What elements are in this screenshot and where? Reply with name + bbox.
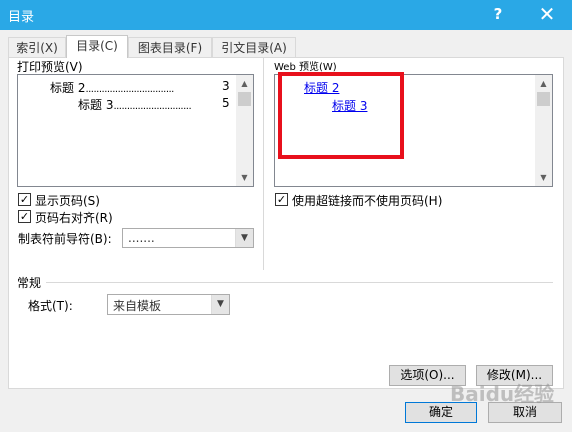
chevron-down-icon[interactable]: ▼ bbox=[235, 229, 253, 247]
scroll-up-icon[interactable]: ▲ bbox=[236, 75, 253, 92]
tab-authorities[interactable]: 引文目录(A) bbox=[212, 37, 296, 57]
tab-toc[interactable]: 目录(C) bbox=[66, 35, 128, 58]
right-align-checkbox[interactable]: ✓ bbox=[18, 210, 31, 223]
print-preview-label: 打印预览(V) bbox=[17, 60, 83, 74]
format-dropdown[interactable]: 来自模板 ▼ bbox=[107, 294, 230, 315]
scroll-thumb[interactable] bbox=[537, 92, 550, 106]
right-align-label: 页码右对齐(R) bbox=[35, 211, 113, 225]
format-label: 格式(T): bbox=[28, 299, 73, 313]
use-hyperlinks-checkbox[interactable]: ✓ bbox=[275, 193, 288, 206]
tab-index[interactable]: 索引(X) bbox=[8, 37, 66, 57]
scroll-up-icon[interactable]: ▲ bbox=[535, 75, 552, 92]
title-bar: 目录 ? ✕ bbox=[0, 0, 572, 30]
print-entry-1: 标题 2................................. bbox=[50, 81, 174, 95]
tab-leader-value: ....... bbox=[128, 231, 155, 245]
general-section-label: 常规 bbox=[17, 276, 42, 290]
general-separator bbox=[46, 282, 553, 283]
column-divider bbox=[263, 58, 264, 270]
tab-figure-toc[interactable]: 图表目录(F) bbox=[128, 37, 212, 57]
scroll-thumb[interactable] bbox=[238, 92, 251, 106]
tab-leader-label: 制表符前导符(B): bbox=[18, 232, 112, 246]
scroll-down-icon[interactable]: ▼ bbox=[236, 169, 253, 186]
help-button[interactable]: ? bbox=[488, 4, 508, 24]
print-preview-box[interactable]: 标题 2................................. 3 … bbox=[17, 74, 254, 187]
show-page-numbers-checkbox[interactable]: ✓ bbox=[18, 193, 31, 206]
highlight-box bbox=[278, 72, 404, 159]
window-title: 目录 bbox=[8, 10, 35, 25]
web-preview-label: Web 预览(W) bbox=[274, 62, 337, 73]
print-entry-2: 标题 3............................. bbox=[78, 98, 192, 112]
print-entry-1-page: 3 bbox=[222, 79, 230, 93]
web-preview-scrollbar[interactable]: ▲ ▼ bbox=[535, 75, 552, 186]
format-value: 来自模板 bbox=[113, 299, 162, 313]
scroll-down-icon[interactable]: ▼ bbox=[535, 169, 552, 186]
show-page-numbers-label: 显示页码(S) bbox=[35, 194, 100, 208]
tab-leader-dropdown[interactable]: ....... ▼ bbox=[122, 228, 254, 248]
print-entry-2-page: 5 bbox=[222, 96, 230, 110]
close-button[interactable]: ✕ bbox=[532, 2, 562, 26]
print-preview-scrollbar[interactable]: ▲ ▼ bbox=[236, 75, 253, 186]
chevron-down-icon[interactable]: ▼ bbox=[211, 295, 229, 314]
use-hyperlinks-label: 使用超链接而不使用页码(H) bbox=[292, 194, 443, 208]
watermark: Baidu经验 bbox=[450, 382, 555, 406]
